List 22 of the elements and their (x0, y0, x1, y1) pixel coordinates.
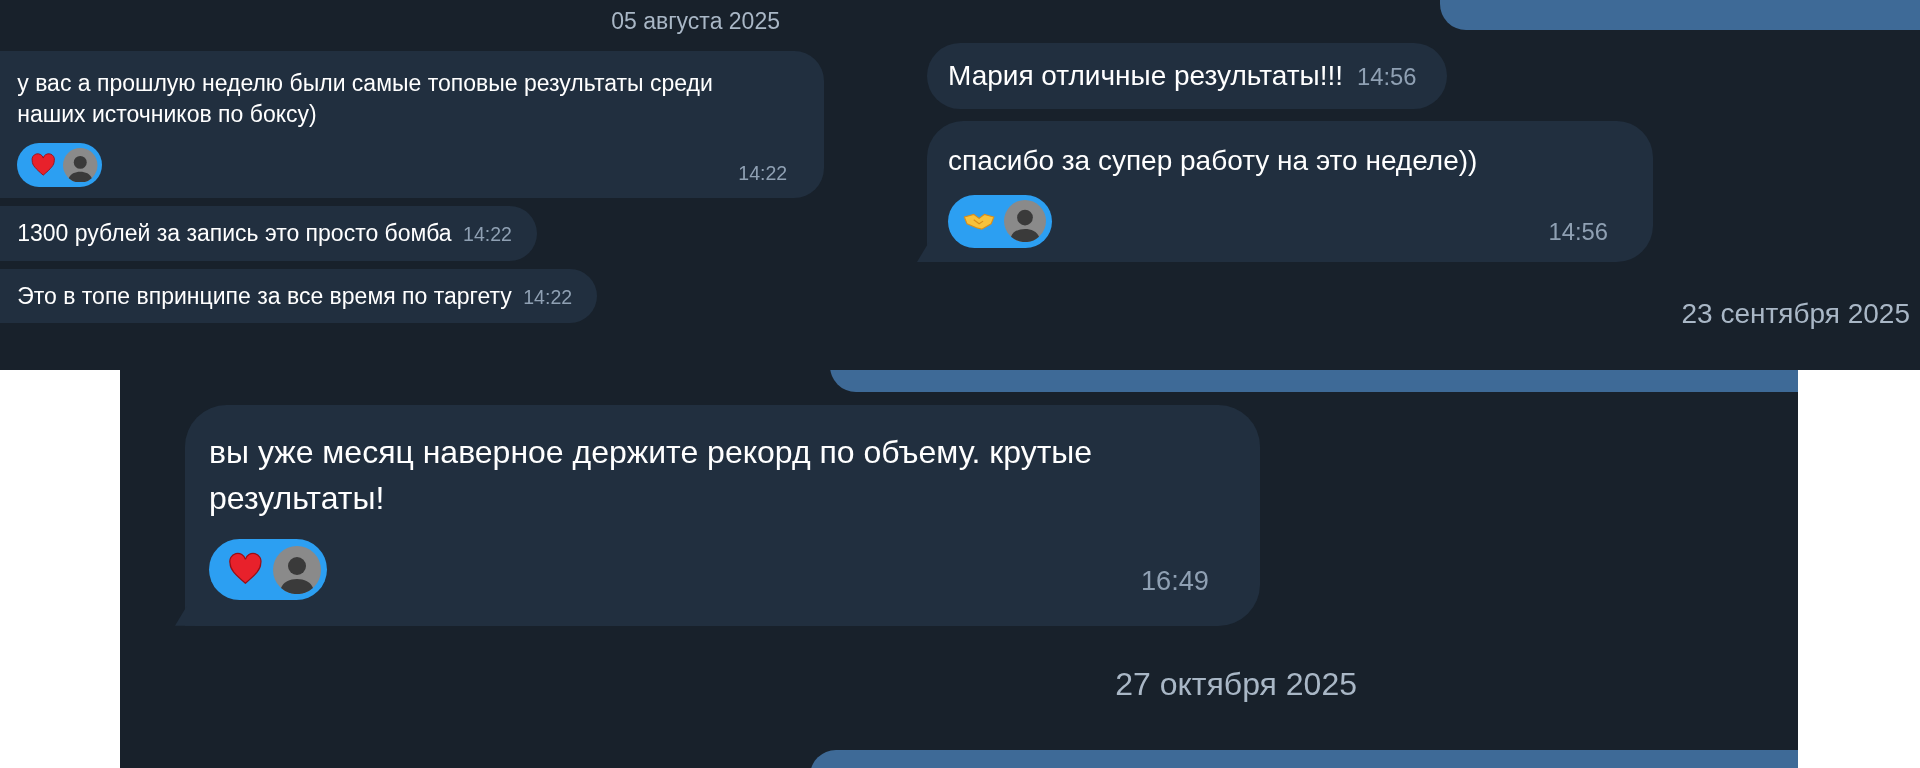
message-text: у вас а прошлую неделю были самые топовые результаты среди наших источников по боксу) (17, 70, 713, 128)
message-text: Мария отличные результаты!!! (948, 59, 1343, 92)
avatar-icon (273, 545, 321, 594)
reaction-button[interactable] (948, 194, 1052, 248)
message-time: 14:22 (463, 222, 512, 246)
message-text: спасибо за супер работу на это неделе)) (948, 144, 1478, 176)
message-text: Это в топе впринципе за все время по таргету (17, 282, 512, 310)
date-label: 23 сентября 2025 (1681, 297, 1910, 330)
message-time: 14:56 (1356, 62, 1417, 91)
message-time: 14:22 (523, 285, 573, 309)
reaction-button[interactable] (17, 143, 103, 187)
avatar-icon (63, 147, 98, 183)
reaction-button[interactable] (209, 539, 328, 601)
message-time: 16:49 (1140, 563, 1209, 598)
heart-icon (29, 151, 57, 179)
message-text: вы уже месяц наверное держите рекорд по объему. крутые результаты! (209, 434, 1093, 517)
message-time: 14:56 (1548, 216, 1608, 247)
message-text: 1300 рублей за запись это просто бомба (17, 219, 452, 247)
message-time: 14:22 (738, 161, 788, 187)
date-label: 05 августа 2025 (611, 8, 780, 35)
avatar-icon (1003, 200, 1046, 243)
date-label: 27 октября 2025 (1115, 665, 1357, 703)
